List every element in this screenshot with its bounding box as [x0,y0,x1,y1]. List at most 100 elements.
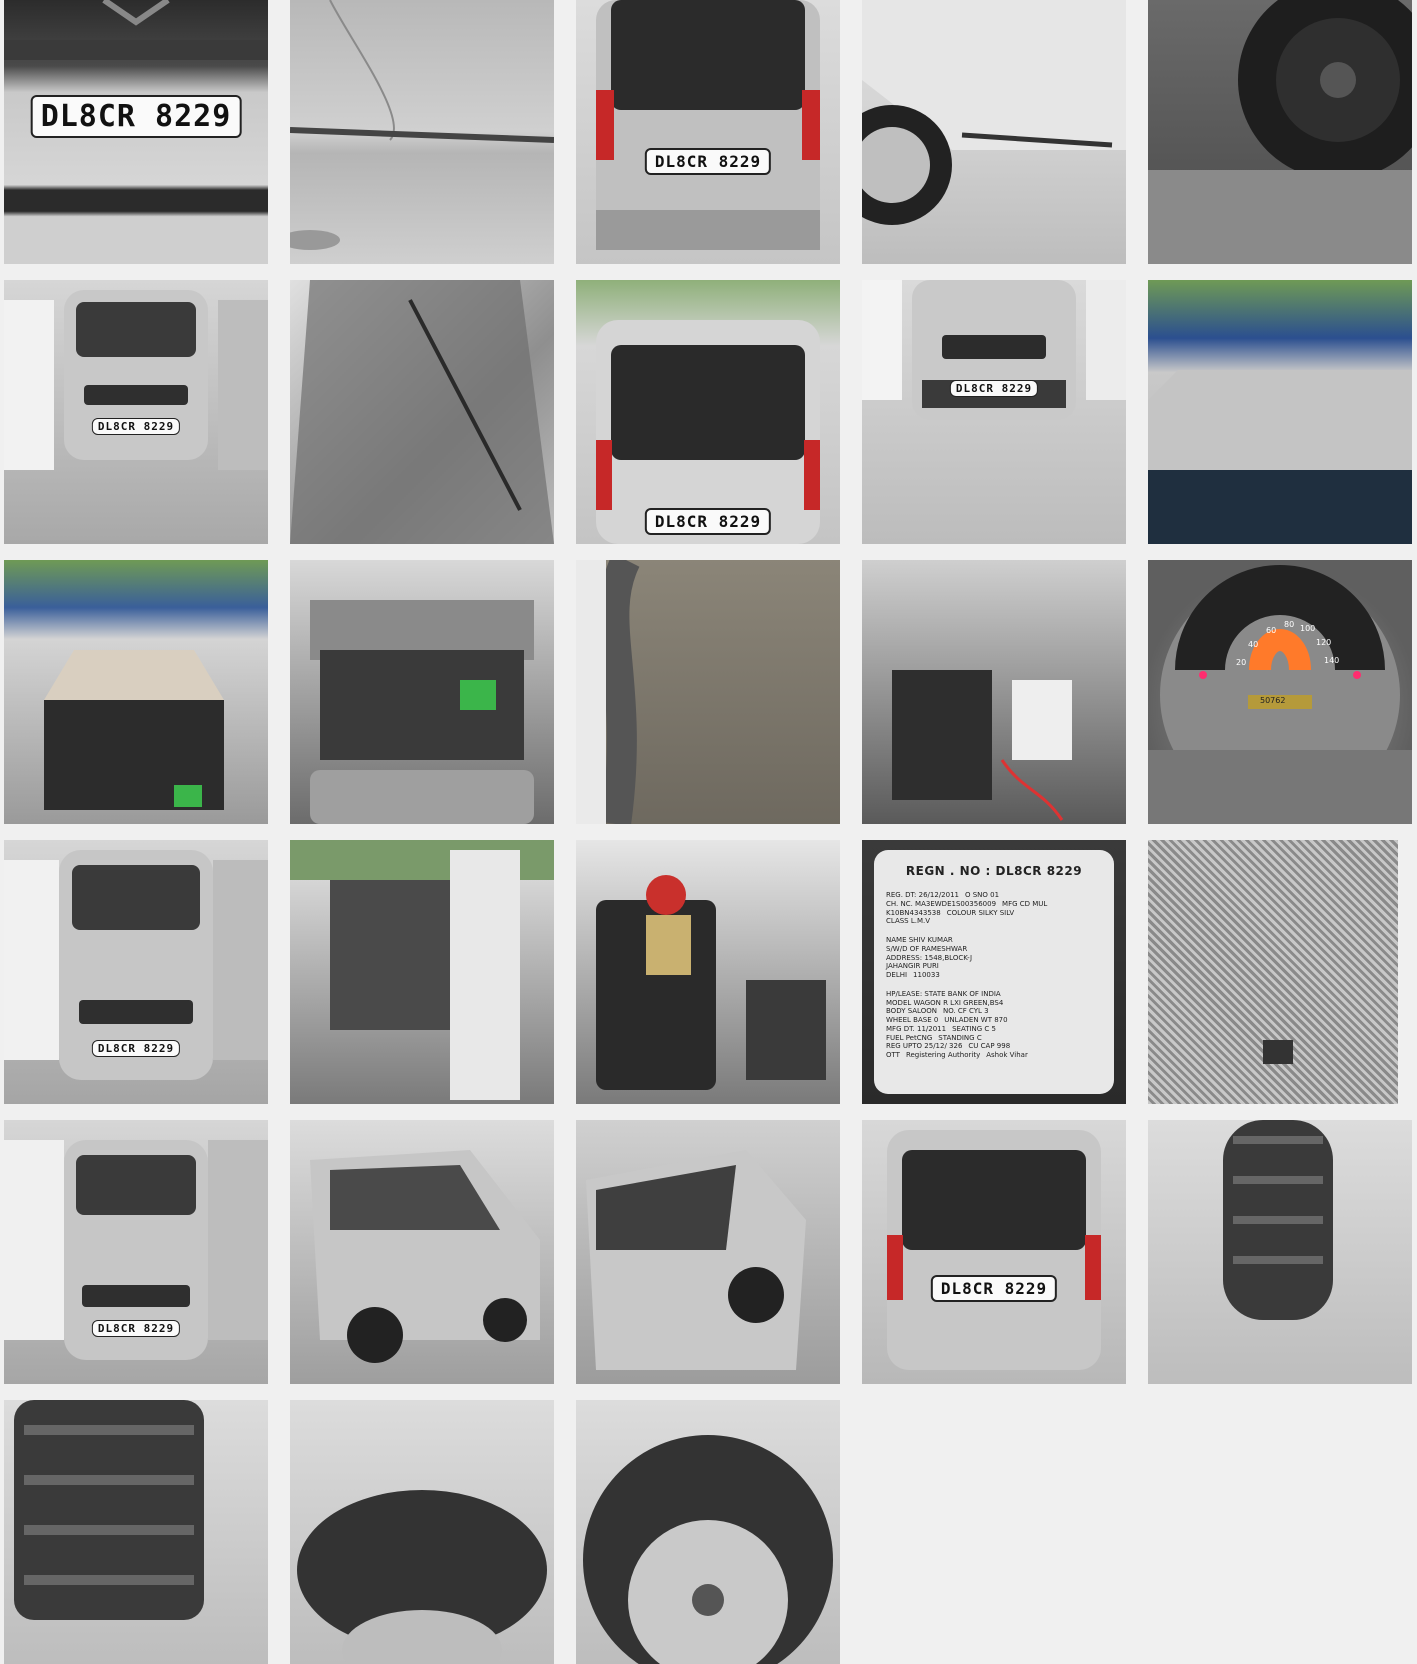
rc-field: UNLADEN WT 870 [944,1016,1008,1024]
rc-field: SEATING C 5 [952,1024,996,1033]
rc-field: JAHANGIR PURI [886,962,939,971]
photo-left-front[interactable] [576,1120,840,1384]
photo-rc-back[interactable] [1148,840,1412,1104]
photo-right-front[interactable] [290,1120,554,1384]
photo-rear[interactable]: DL8CR 8229 [576,0,840,264]
number-plate: DL8CR 8229 [949,380,1039,397]
photo-spare-wheel[interactable] [1148,0,1412,264]
photo-front-plate[interactable]: DL8CR 8229 [4,0,268,264]
photo-speedometer[interactable]: 20 40 60 80 100 120 140 50762 [1148,560,1412,824]
rc-field: K10BN4343538 [886,908,941,917]
speed-tick: 120 [1316,638,1332,647]
photo-rear-tyre[interactable] [290,1400,554,1664]
photo-alloy-wheel[interactable] [576,1400,840,1664]
photo-gallery: DL8CR 8229 DL8CR 8229 DL8CR 8229 DL8CR 8… [4,0,1412,1664]
tyre-illustration [1223,1120,1333,1320]
photo-front[interactable]: DL8CR 8229 [4,840,268,1104]
rc-field: MFG DT. 11/2011 [886,1024,947,1033]
rc-field: Ashok Vihar [986,1051,1028,1059]
car-side-illustration [586,1150,806,1370]
car-front-illustration [4,1140,268,1360]
tyre-illustration [297,1490,547,1664]
photo-driver-seat[interactable] [576,840,840,1104]
rc-field: NAME SHIV KUMAR [886,936,953,944]
door-panel-illustration [290,0,554,250]
photo-rear-parked[interactable]: DL8CR 8229 [862,1120,1126,1384]
car-front-illustration [4,850,268,1080]
photo-front-parked[interactable]: DL8CR 8229 [4,280,268,544]
rc-title: REGN . NO : DL8CR 8229 [905,864,1083,878]
number-plate: DL8CR 8229 [644,148,772,175]
rc-field: S/W/D OF RAMESHWAR [886,944,968,953]
qr-code-icon [1263,840,1412,1104]
photo-engine-wiring[interactable] [862,560,1126,824]
car-front-illustration [862,280,1126,420]
car-side-illustration [310,1150,540,1363]
rc-field: ADDRESS: 1548,BLOCK-J [886,953,973,962]
rc-field: CU CAP 998 [968,1042,1011,1051]
photo-wheel-well[interactable] [576,560,840,824]
wiring-illustration [892,670,1072,821]
roof-illustration [1148,370,1412,544]
photo-windshield[interactable] [290,280,554,544]
speedometer-illustration [1148,565,1412,824]
number-plate: DL8CR 8229 [91,1320,181,1337]
photo-side-door[interactable] [290,0,554,264]
rc-field: OTT [886,1051,900,1059]
rc-field: CH. NC. MA3EWDE1S00356009 [886,899,997,908]
photo-driver-door-open[interactable] [290,840,554,1104]
car-front-illustration [4,290,268,470]
rc-field: O SNO 01 [965,891,1000,899]
odometer: 50762 [1260,696,1286,705]
rc-field: NO. CF CYL 3 [942,1007,989,1016]
number-plate: DL8CR 8229 [91,418,181,435]
wheel-side-illustration [862,0,1126,225]
photo-rc-front[interactable]: REGN . NO : DL8CR 8229 REG. DT: 26/12/20… [862,840,1126,1104]
registration-card: REGN . NO : DL8CR 8229 REG. DT: 26/12/20… [874,850,1114,1094]
photo-bonnet-open[interactable] [4,560,268,824]
photo-front-grille[interactable]: DL8CR 8229 [862,280,1126,544]
windshield-illustration [290,280,554,544]
photo-tyre-tread[interactable] [1148,1120,1412,1384]
rc-field: MODEL WAGON R LXI GREEN,BS4 [886,998,1004,1007]
speed-tick: 20 [1236,658,1247,667]
photo-roof[interactable] [1148,280,1412,544]
photo-tyre-closeup[interactable] [4,1400,268,1664]
rc-field: REG. DT: 26/12/2011 [886,891,959,899]
interior-illustration [290,840,554,1100]
tyre-illustration [14,1400,204,1620]
rc-field: BODY SALOON [886,1007,937,1016]
photo-engine-bay[interactable] [290,560,554,824]
seat-illustration [596,875,826,1090]
number-plate: DL8CR 8229 [30,95,242,138]
speed-tick: 40 [1248,640,1259,649]
rc-field: COLOUR SILKY SILV [946,908,1015,917]
rc-field: MFG CD MUL [1002,899,1048,908]
number-plate: DL8CR 8229 [644,508,772,535]
car-rear-illustration [887,1130,1101,1370]
rc-field: DELHI [886,971,908,979]
rc-field: FUEL PetCNG [886,1033,933,1042]
rc-field: Registering Authority [905,1051,981,1059]
photo-front-wheel-side[interactable] [862,0,1126,264]
car-rear-illustration [596,0,820,250]
photo-rear-hatch[interactable]: DL8CR 8229 [576,280,840,544]
car-rear-illustration [596,320,820,544]
rc-field: CLASS L.M.V [886,917,931,926]
rc-field: REG UPTO 25/12/ 326 [886,1042,963,1051]
speed-tick: 140 [1324,656,1340,665]
photo-front-angle[interactable]: DL8CR 8229 [4,1120,268,1384]
number-plate: DL8CR 8229 [930,1275,1058,1302]
rc-field: WHEEL BASE 0 [886,1016,939,1024]
speed-tick: 100 [1300,624,1316,633]
spare-wheel-illustration [1148,0,1412,264]
speed-tick: 80 [1284,620,1295,629]
engine-illustration [310,600,534,824]
bonnet-illustration [44,650,224,810]
alloy-wheel-illustration [583,1435,833,1664]
rc-field: HP/LEASE: STATE BANK OF INDIA [886,989,1001,998]
rc-field: 110033 [913,971,940,979]
speed-tick: 60 [1266,626,1277,635]
rc-field: STANDING C [938,1033,982,1042]
number-plate: DL8CR 8229 [91,1040,181,1057]
